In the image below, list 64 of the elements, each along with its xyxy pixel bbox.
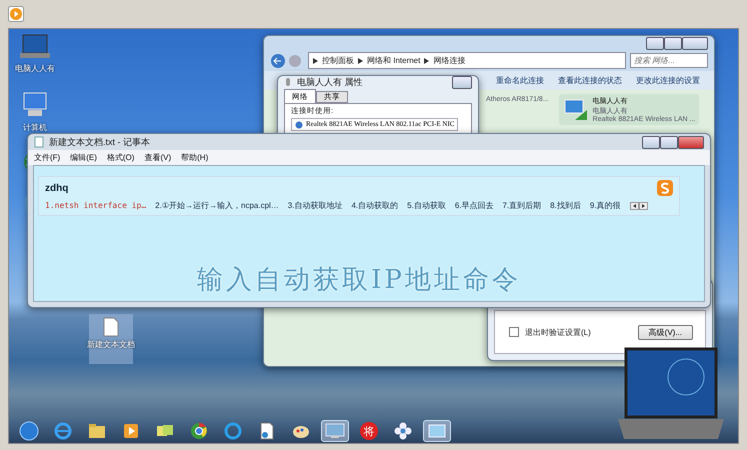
menu-item[interactable]: 帮助(H) (181, 152, 208, 163)
desktop-file-label: 新建文本文档 (87, 339, 135, 350)
desktop-icon-label[interactable]: 电脑人人有 (15, 63, 55, 74)
window-title: 新建文本文档.txt - 记事本 (49, 136, 150, 148)
toolbar-command[interactable]: 更改此连接的设置 (636, 75, 700, 86)
breadcrumb-item[interactable]: 控制面板 (322, 55, 354, 66)
taskbar-button[interactable]: 将 (355, 420, 383, 442)
candidate-item[interactable]: 5.自动获取 (407, 200, 446, 211)
chevron-icon (424, 58, 430, 64)
toolbar-command[interactable]: 查看此连接的状态 (558, 75, 622, 86)
maximize-button[interactable] (660, 136, 678, 148)
pinyin-text: zdhq (45, 182, 68, 194)
search-field[interactable]: 搜索 网络... (630, 53, 708, 68)
notepad-icon (34, 136, 44, 148)
advanced-button[interactable]: 高级(V)... (638, 324, 693, 340)
chrome-icon (190, 422, 208, 440)
breadcrumb-item[interactable]: 网络和 Internet (367, 55, 420, 66)
close-button[interactable] (678, 136, 704, 148)
start-icon (19, 421, 39, 441)
chevron-icon (358, 58, 363, 64)
candidate-item[interactable]: 6.早点回去 (454, 200, 494, 211)
text-file-icon (103, 317, 119, 337)
maximize-button[interactable] (664, 36, 682, 50)
monitor-icon (325, 423, 345, 439)
menu-item[interactable]: 格式(O) (106, 152, 134, 163)
chess-piece-icon: 将 (360, 422, 378, 440)
address-bar[interactable]: 控制面板 网络和 Internet 网络连接 (308, 52, 626, 69)
breadcrumb-item[interactable]: 网络连接 (433, 55, 466, 66)
document-icon (260, 422, 274, 440)
minimize-button[interactable] (646, 36, 664, 50)
close-button[interactable] (682, 36, 708, 50)
back-forward-icon (270, 52, 304, 68)
caption-text: 输入自动获取IP地址命令 (196, 264, 522, 297)
menu-item[interactable]: 查看(V) (144, 152, 172, 163)
menu-item[interactable]: 文件(F) (34, 152, 60, 163)
candidate-item[interactable]: 1.netsh interface ip… (45, 201, 146, 210)
folder-icon (88, 423, 106, 439)
candidate-item[interactable]: 2.①开始→运行→输入，ncpa.cpl… (155, 200, 279, 211)
candidate-item[interactable]: 9.真的很 (590, 200, 620, 211)
dialog-title: 电脑人人有 属性 (297, 76, 363, 89)
checkbox-label: 退出时验证设置(L) (525, 326, 591, 338)
desktop-icon-label[interactable]: 计算机 (23, 122, 47, 133)
close-button[interactable] (452, 76, 472, 89)
network-adapter-icon (562, 98, 589, 122)
text-area[interactable]: zdhq 1.netsh interface ip… 2.①开始→运行→输入，ncpa.cpl… 3.自动获取地址 4.自动获取的 5.自动获取 6.早点回去 7.直到后期 8.找到后 9.真的很 输入自动获取IP地址命令 (33, 165, 705, 302)
input-method-logo-icon (657, 180, 673, 196)
player-logo-icon (8, 6, 24, 22)
browser-icon (54, 422, 72, 440)
page-arrows-icon (630, 202, 648, 210)
play-icon (123, 423, 139, 439)
circle-logo-icon (224, 422, 242, 440)
candidate-item[interactable]: 7.直到后期 (502, 200, 542, 211)
minimize-button[interactable] (642, 136, 660, 148)
window-icon (428, 423, 446, 439)
candidate-item[interactable]: 8.找到后 (550, 200, 581, 211)
candidate-item[interactable]: 4.自动获取的 (351, 200, 398, 211)
checkbox[interactable] (509, 327, 519, 337)
chevron-icon (313, 58, 318, 64)
menu-item[interactable]: 编辑(E) (70, 152, 97, 163)
notes-icon (156, 423, 174, 439)
flower-icon (394, 422, 412, 440)
laptop-icon (19, 33, 51, 61)
candidate-item[interactable]: 3.自动获取地址 (288, 200, 342, 211)
toolbar-command[interactable]: 重命名此连接 (496, 75, 544, 86)
